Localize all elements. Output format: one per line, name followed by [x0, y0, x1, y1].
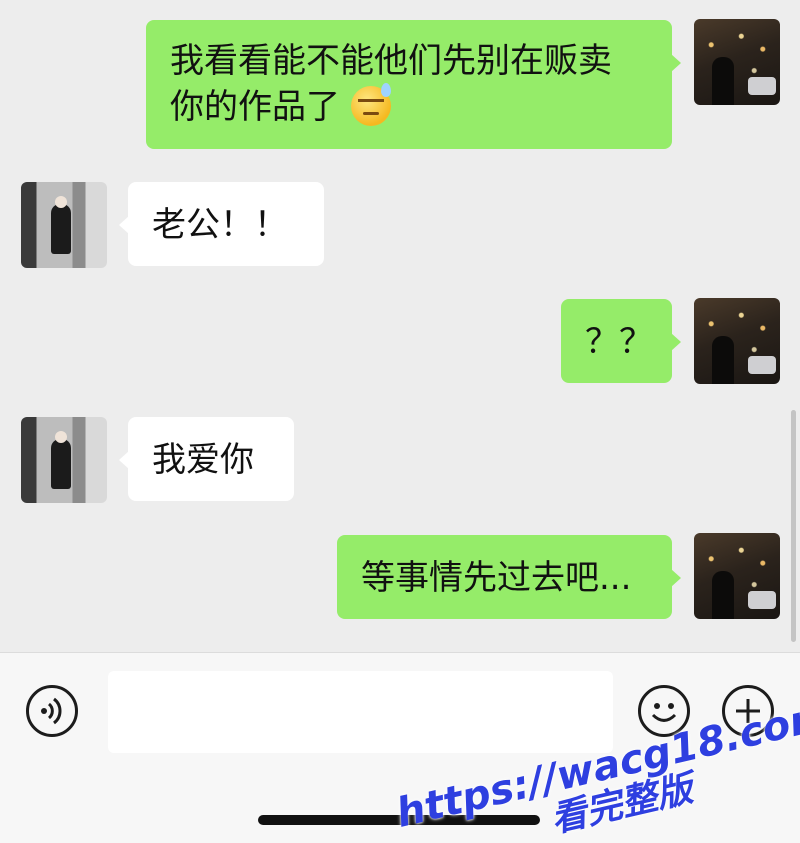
my-avatar[interactable] [694, 19, 780, 105]
chat-scrollbar[interactable] [791, 410, 796, 642]
my-avatar[interactable] [694, 533, 780, 619]
message-bubble-incoming[interactable]: 老公！！ [119, 182, 324, 266]
message-bubble-incoming[interactable]: 我爱你 [119, 417, 294, 501]
sweat-smile-emoji-icon [350, 83, 391, 126]
message-text: 老公！！ [152, 205, 288, 245]
voice-icon [41, 697, 62, 725]
chat-area: 我看看能不能他们先别在贩卖 你的作品了 老公！！ ？？ 我爱你 等事情先过去吧.… [0, 0, 800, 652]
message-input[interactable] [108, 671, 613, 753]
message-text-line: 你的作品了 [170, 83, 648, 130]
message-text: 你的作品了 [170, 87, 340, 127]
voice-button[interactable] [26, 685, 78, 737]
message-text: 我爱你 [152, 440, 254, 480]
message-text: 等事情先过去吧... [361, 558, 632, 598]
message-text-line: 我看看能不能他们先别在贩卖 [170, 41, 612, 81]
message-bubble-outgoing[interactable]: 我看看能不能他们先别在贩卖 你的作品了 [146, 20, 681, 149]
message-bubble-outgoing[interactable]: 等事情先过去吧... [337, 535, 681, 619]
message-bubble-outgoing[interactable]: ？？ [561, 299, 681, 383]
contact-avatar[interactable] [21, 417, 107, 503]
contact-avatar[interactable] [21, 182, 107, 268]
my-avatar[interactable] [694, 298, 780, 384]
message-text: ？？ [585, 322, 653, 362]
